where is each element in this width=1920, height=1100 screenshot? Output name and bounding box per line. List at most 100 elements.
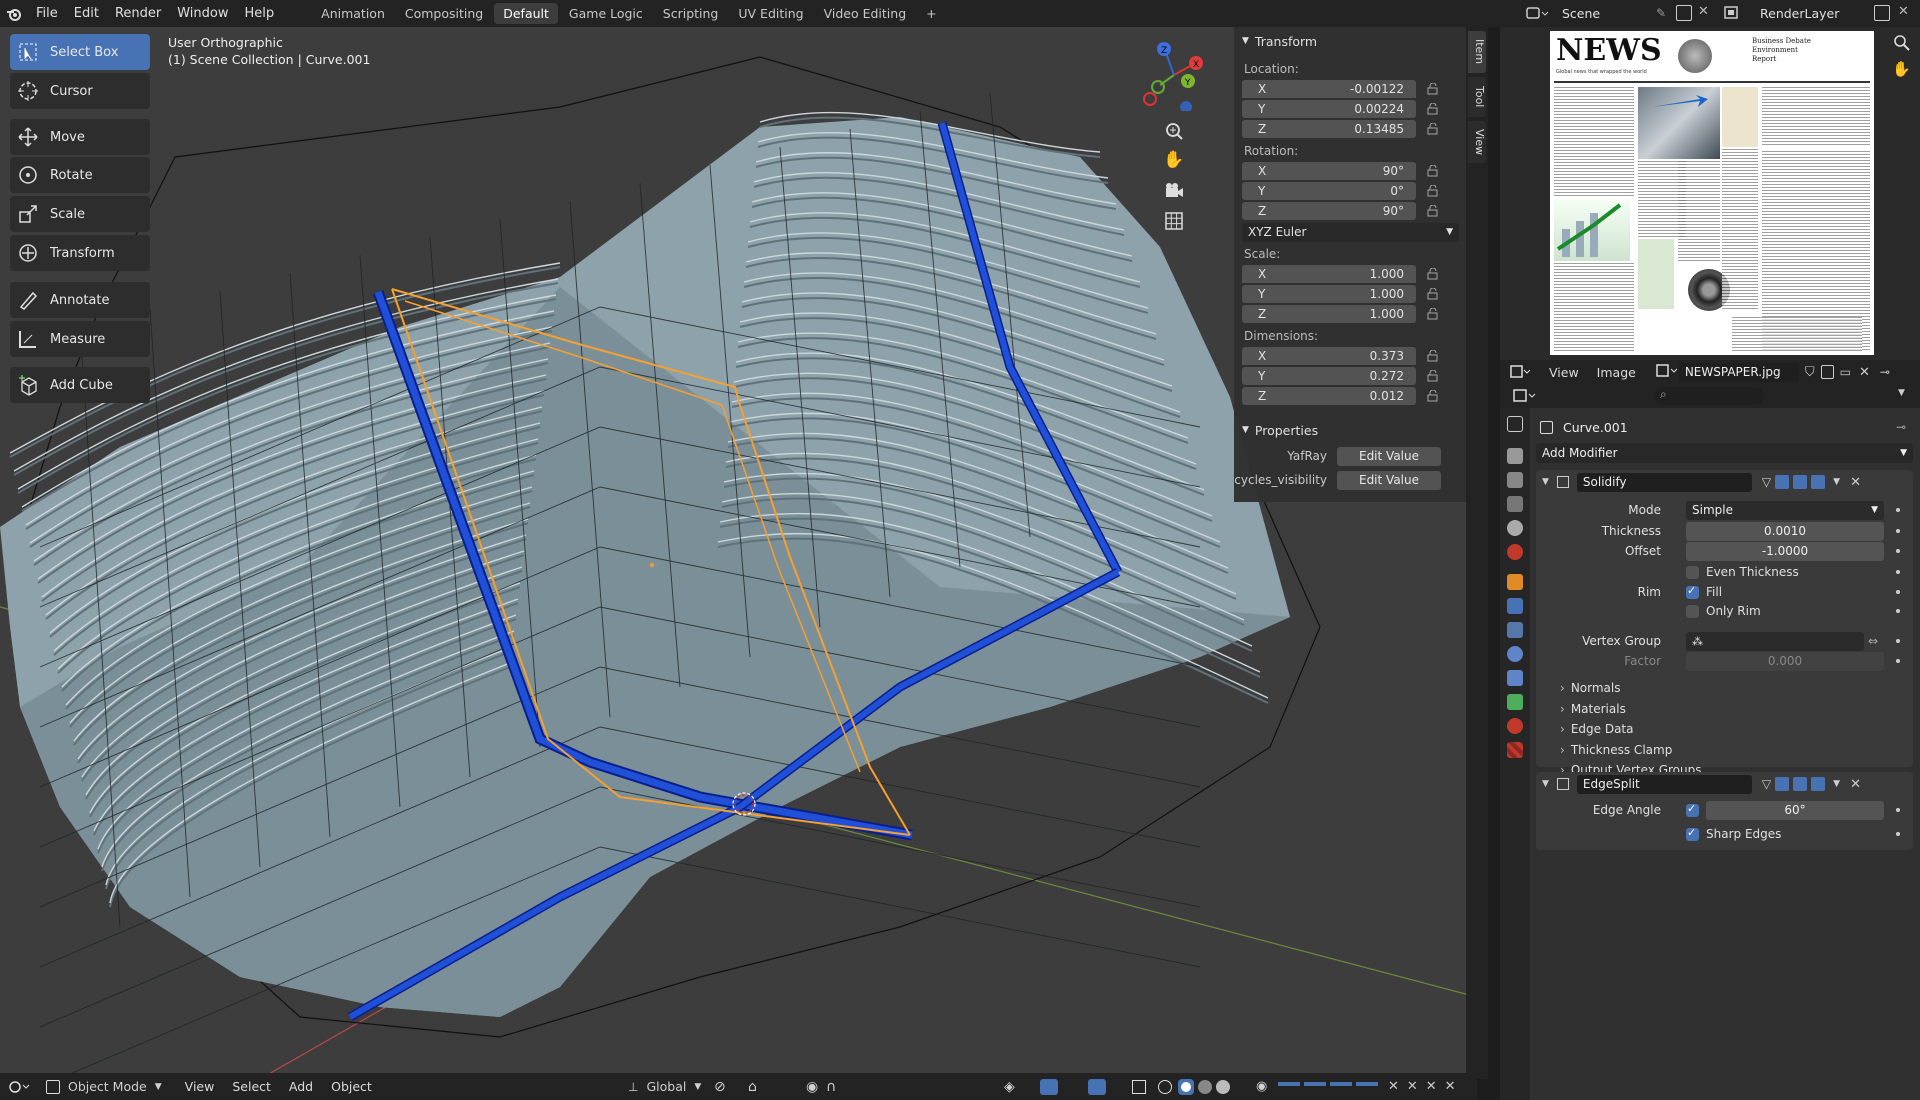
restrict-toggles[interactable]: ✕✕✕✕: [1388, 1079, 1464, 1094]
edge-angle-checkbox[interactable]: [1686, 802, 1699, 817]
factor-field[interactable]: 0.000: [1686, 651, 1884, 671]
data-tab-icon[interactable]: [1507, 694, 1523, 710]
lock-icon[interactable]: [1426, 307, 1440, 320]
collapse-chevron-icon[interactable]: ▼: [1542, 779, 1549, 789]
transform-panel-header[interactable]: ▼ Transform: [1234, 29, 1466, 53]
scene-pin-icon[interactable]: ✎: [1656, 6, 1666, 20]
menu-select[interactable]: Select: [223, 1079, 280, 1094]
location-y-field[interactable]: Y 0.00224: [1242, 100, 1416, 118]
edgesplit-name-field[interactable]: EdgeSplit: [1576, 774, 1752, 794]
tab-animation[interactable]: Animation: [312, 3, 394, 24]
eye-icon[interactable]: ◉: [1256, 1079, 1267, 1094]
image-name-field[interactable]: NEWSPAPER.jpg: [1678, 362, 1799, 382]
image-browse-icon[interactable]: [1655, 363, 1679, 382]
lock-icon[interactable]: [1426, 369, 1440, 382]
fake-user-shield-icon[interactable]: ⛉: [1805, 365, 1815, 380]
menu-object[interactable]: Object: [322, 1079, 381, 1094]
scene-tab-icon[interactable]: [1507, 520, 1523, 536]
delete-layer-icon[interactable]: ✕: [1898, 4, 1909, 19]
layer-toggles[interactable]: [1278, 1080, 1378, 1094]
vertex-group-field[interactable]: ⁂: [1686, 631, 1864, 651]
world-tab-icon[interactable]: [1507, 544, 1523, 560]
lock-icon[interactable]: [1426, 184, 1440, 197]
render-toggle-icon[interactable]: [1811, 777, 1826, 791]
constraints-tab-icon[interactable]: [1507, 670, 1523, 686]
dimensions-y-field[interactable]: Y 0.272: [1242, 367, 1416, 385]
keyframe-dot[interactable]: [1896, 639, 1900, 643]
tab-uv-editing[interactable]: UV Editing: [729, 3, 812, 24]
tab-view[interactable]: View: [1468, 121, 1486, 163]
menu-view[interactable]: View: [1540, 365, 1588, 380]
rotation-x-field[interactable]: X 90°: [1242, 162, 1416, 180]
mode-selector[interactable]: Object Mode ▼: [40, 1076, 168, 1097]
overlay-toggle-icon[interactable]: [1088, 1078, 1106, 1095]
solidify-mode-select[interactable]: Simple ▼: [1686, 500, 1884, 520]
lock-icon[interactable]: [1426, 164, 1440, 177]
tab-compositing[interactable]: Compositing: [396, 3, 492, 24]
menu-image[interactable]: Image: [1588, 365, 1645, 380]
lock-icon[interactable]: [1426, 349, 1440, 362]
navigation-gizmo[interactable]: X Y Z: [1138, 39, 1210, 113]
chevron-down-icon[interactable]: ▼: [1833, 477, 1840, 487]
open-folder-icon[interactable]: ▭: [1840, 365, 1851, 379]
menu-render[interactable]: Render: [107, 0, 169, 27]
menu-view[interactable]: View: [176, 1079, 224, 1094]
scale-x-field[interactable]: X 1.000: [1242, 265, 1416, 283]
tool-tab-icon[interactable]: [1507, 416, 1523, 432]
object-tab-icon[interactable]: [1507, 574, 1523, 590]
pin-icon[interactable]: ⊸: [1896, 420, 1906, 434]
sharp-edges-checkbox[interactable]: [1686, 826, 1699, 841]
location-x-field[interactable]: X -0.00122: [1242, 80, 1416, 98]
scale-y-field[interactable]: Y 1.000: [1242, 285, 1416, 303]
properties-panel-header[interactable]: ▼ Properties: [1234, 418, 1466, 442]
tab-scripting[interactable]: Scripting: [654, 3, 728, 24]
tab-tool[interactable]: Tool: [1468, 77, 1486, 117]
editor-type-icon[interactable]: [0, 1079, 40, 1095]
texture-tab-icon[interactable]: [1507, 742, 1523, 758]
offset-field[interactable]: -1.0000: [1686, 541, 1884, 561]
tab-default[interactable]: Default: [494, 3, 558, 24]
lock-icon[interactable]: [1426, 122, 1440, 135]
thickness-field[interactable]: 0.0010: [1686, 521, 1884, 541]
menu-edit[interactable]: Edit: [66, 0, 107, 27]
xray-icon[interactable]: [1132, 1079, 1146, 1094]
delete-scene-icon[interactable]: ✕: [1698, 4, 1709, 19]
image-editor[interactable]: NEWS Global news that wrapped the world …: [1500, 27, 1920, 384]
lock-icon[interactable]: [1426, 102, 1440, 115]
tool-annotate[interactable]: Annotate: [10, 282, 150, 318]
tab-video-editing[interactable]: Video Editing: [815, 3, 916, 24]
material-tab-icon[interactable]: [1507, 718, 1523, 734]
menu-add[interactable]: Add: [280, 1079, 322, 1094]
lock-icon[interactable]: [1426, 82, 1440, 95]
scale-z-field[interactable]: Z 1.000: [1242, 305, 1416, 323]
keyframe-dot[interactable]: [1896, 808, 1900, 812]
collapse-chevron-icon[interactable]: ▼: [1542, 477, 1549, 487]
keyframe-dot[interactable]: [1896, 659, 1900, 663]
close-icon[interactable]: ✕: [1850, 475, 1861, 490]
shading-rendered-icon[interactable]: [1216, 1079, 1230, 1094]
visibility-icon[interactable]: ◈: [1004, 1079, 1015, 1095]
pivot-icon[interactable]: ⊘: [714, 1079, 726, 1095]
edit-mode-toggle-icon[interactable]: ▽: [1762, 777, 1771, 791]
viewport-toggle-icon[interactable]: [1793, 475, 1808, 489]
shading-wireframe-icon[interactable]: [1158, 1079, 1172, 1094]
yafray-edit-value-button[interactable]: Edit Value: [1337, 446, 1441, 466]
rotation-y-field[interactable]: Y 0°: [1242, 182, 1416, 200]
cycles-edit-value-button[interactable]: Edit Value: [1337, 470, 1441, 490]
dimensions-x-field[interactable]: X 0.373: [1242, 347, 1416, 365]
scene-name-field[interactable]: Scene: [1532, 3, 1672, 24]
render-tab-icon[interactable]: [1507, 448, 1523, 464]
subpanel-edge-data[interactable]: Edge Data: [1560, 722, 1634, 736]
pin-icon[interactable]: ⊸: [1880, 365, 1890, 379]
blender-logo-icon[interactable]: [0, 0, 28, 27]
fill-checkbox[interactable]: [1686, 584, 1699, 599]
camera-view-icon[interactable]: [1163, 180, 1185, 202]
tool-rotate[interactable]: Rotate: [10, 157, 150, 193]
output-tab-icon[interactable]: [1507, 472, 1523, 488]
pan-hand-icon[interactable]: ✋: [1163, 150, 1185, 172]
cage-toggle-icon[interactable]: [1775, 475, 1790, 489]
unlink-image-icon[interactable]: ✕: [1859, 365, 1870, 380]
new-image-icon[interactable]: [1820, 365, 1834, 379]
menu-window[interactable]: Window: [169, 0, 236, 27]
cage-toggle-icon[interactable]: [1775, 777, 1790, 791]
